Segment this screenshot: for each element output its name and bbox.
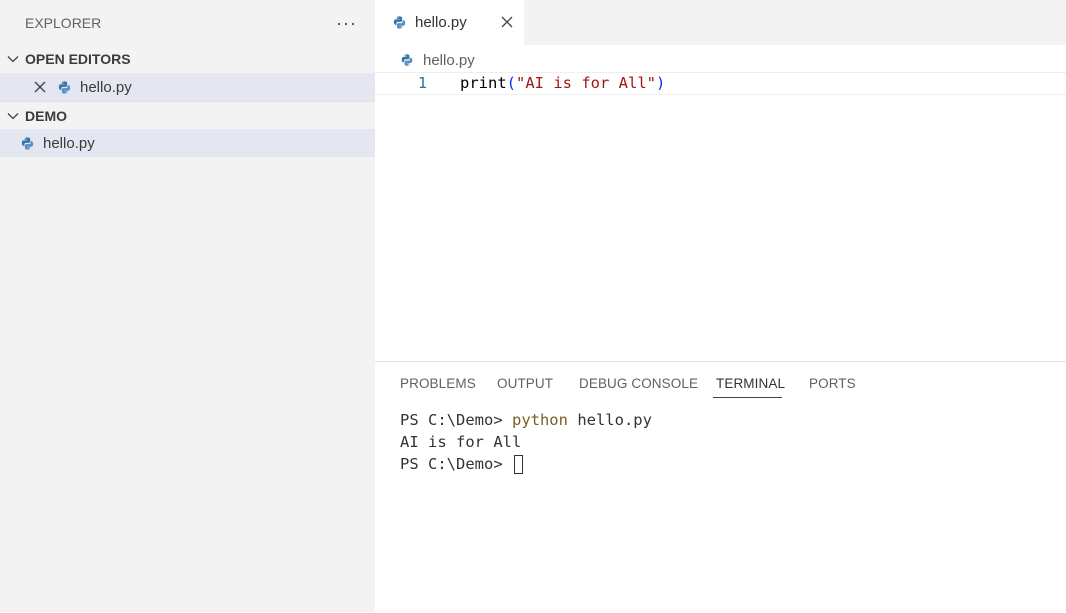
bottom-panel: PROBLEMS OUTPUT DEBUG CONSOLE TERMINAL P… — [375, 361, 1066, 613]
tab-output[interactable]: OUTPUT — [497, 376, 553, 391]
code-function: print — [460, 74, 507, 92]
close-icon[interactable] — [500, 15, 514, 29]
terminal-argument: hello.py — [567, 411, 652, 429]
close-icon[interactable] — [33, 80, 47, 94]
code-open-paren: ( — [506, 74, 517, 92]
terminal-cursor — [513, 455, 523, 474]
tab-hello-py[interactable]: hello.py — [375, 0, 524, 45]
tab-debug-console[interactable]: DEBUG CONSOLE — [579, 376, 698, 391]
explorer-header: EXPLORER ··· — [0, 0, 375, 45]
demo-folder-section[interactable]: DEMO — [0, 101, 375, 129]
python-file-icon — [58, 80, 71, 94]
code-close-paren: ) — [656, 74, 666, 92]
terminal-output[interactable]: PS C:\Demo> python hello.py AI is for Al… — [400, 409, 652, 475]
tab-terminal[interactable]: TERMINAL — [716, 376, 785, 391]
terminal-output-line: AI is for All — [400, 433, 522, 451]
chevron-down-icon — [7, 56, 19, 63]
explorer-sidebar: EXPLORER ··· OPEN EDITORS hello.py DEMO … — [0, 0, 375, 612]
open-editor-label: hello.py — [80, 78, 132, 96]
active-tab-indicator — [713, 397, 782, 398]
code-string: "AI is for All" — [516, 74, 656, 92]
line-number: 1 — [418, 74, 428, 92]
more-actions-icon[interactable]: ··· — [336, 14, 357, 32]
editor-tab-bar: hello.py — [375, 0, 1066, 45]
explorer-title: EXPLORER — [25, 14, 102, 31]
open-editor-item[interactable]: hello.py — [0, 73, 375, 101]
terminal-command: python — [511, 411, 568, 429]
python-file-icon — [21, 136, 34, 150]
breadcrumb[interactable]: hello.py — [400, 50, 475, 70]
open-editors-title: OPEN EDITORS — [25, 51, 131, 67]
tab-problems[interactable]: PROBLEMS — [400, 376, 476, 391]
python-file-icon — [393, 16, 406, 29]
python-file-icon — [401, 54, 413, 66]
terminal-prompt: PS C:\Demo> — [400, 411, 512, 429]
chevron-down-icon — [7, 112, 19, 119]
file-tree-label: hello.py — [43, 134, 95, 152]
tab-ports[interactable]: PORTS — [809, 376, 856, 391]
breadcrumb-label: hello.py — [423, 51, 475, 69]
tab-label: hello.py — [415, 14, 467, 31]
terminal-prompt: PS C:\Demo> — [400, 455, 512, 473]
code-editor[interactable]: print("AI is for All") — [460, 73, 665, 94]
file-tree-item[interactable]: hello.py — [0, 129, 375, 157]
demo-folder-title: DEMO — [25, 107, 67, 124]
open-editors-section[interactable]: OPEN EDITORS — [0, 45, 375, 73]
